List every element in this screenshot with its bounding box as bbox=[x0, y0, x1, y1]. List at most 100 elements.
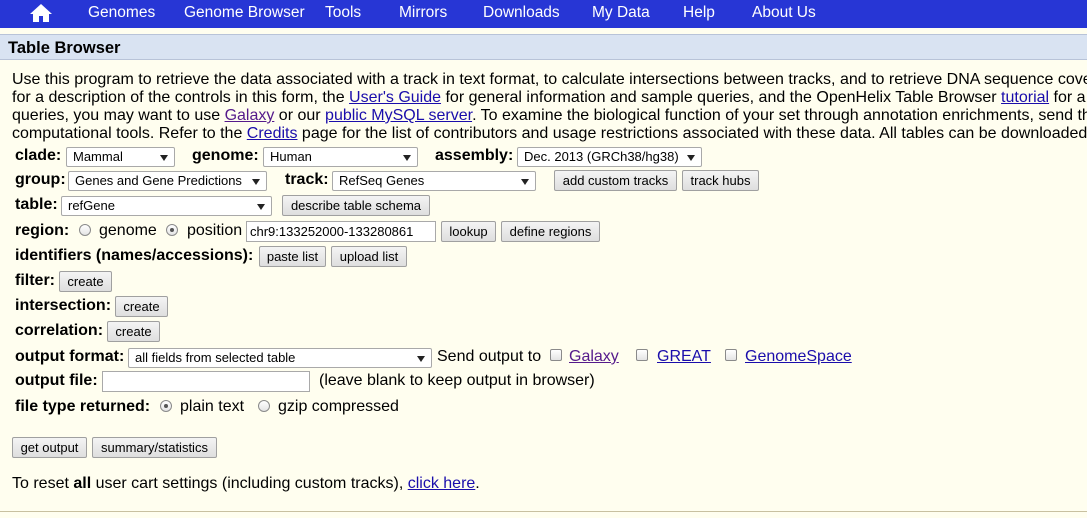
intersection-create-button[interactable]: create bbox=[115, 296, 168, 317]
nav-help[interactable]: Help bbox=[683, 4, 715, 22]
file-type-plain-radio[interactable] bbox=[160, 400, 172, 412]
page-title-bar: Table Browser bbox=[0, 34, 1087, 60]
intro-text: or our bbox=[274, 107, 326, 124]
define-regions-button[interactable]: define regions bbox=[501, 221, 600, 242]
table-select-value: refGene bbox=[68, 198, 115, 213]
divider bbox=[0, 511, 1087, 512]
group-select-value: Genes and Gene Predictions bbox=[75, 173, 242, 188]
filter-label: filter: bbox=[15, 272, 55, 289]
chevron-down-icon bbox=[252, 179, 260, 185]
lookup-button[interactable]: lookup bbox=[441, 221, 496, 242]
clade-label: clade: bbox=[15, 147, 62, 164]
reset-text: user cart settings (including custom tra… bbox=[91, 475, 408, 492]
output-format-select[interactable]: all fields from selected table bbox=[128, 348, 432, 368]
chevron-down-icon bbox=[417, 356, 425, 362]
describe-table-schema-button[interactable]: describe table schema bbox=[282, 195, 430, 216]
add-custom-tracks-button[interactable]: add custom tracks bbox=[554, 170, 677, 191]
region-label: region: bbox=[15, 222, 70, 239]
nav-tools[interactable]: Tools bbox=[325, 4, 361, 22]
send-galaxy-checkbox[interactable] bbox=[550, 349, 562, 361]
file-type-gzip-radio[interactable] bbox=[258, 400, 270, 412]
group-select[interactable]: Genes and Gene Predictions bbox=[68, 171, 267, 191]
send-genomespace-checkbox[interactable] bbox=[725, 349, 737, 361]
region-genome-radio[interactable] bbox=[79, 224, 91, 236]
send-great-link[interactable]: GREAT bbox=[657, 348, 711, 366]
summary-statistics-button[interactable]: summary/statistics bbox=[92, 437, 217, 458]
intro-paragraph: Use this program to retrieve the data as… bbox=[12, 71, 1087, 143]
nav-about-us[interactable]: About Us bbox=[752, 4, 816, 22]
top-nav-bar: Genomes Genome Browser Tools Mirrors Dow… bbox=[0, 0, 1087, 28]
intro-line-3: queries, you may want to use Galaxy or o… bbox=[12, 107, 1087, 125]
clade-select-value: Mammal bbox=[73, 149, 123, 164]
output-file-input[interactable] bbox=[102, 371, 310, 392]
chevron-down-icon bbox=[521, 179, 529, 185]
nav-downloads[interactable]: Downloads bbox=[483, 4, 560, 22]
output-format-select-value: all fields from selected table bbox=[135, 350, 296, 365]
track-hubs-button[interactable]: track hubs bbox=[682, 170, 759, 191]
chevron-down-icon bbox=[160, 155, 168, 161]
clade-select[interactable]: Mammal bbox=[66, 147, 175, 167]
page-title: Table Browser bbox=[8, 39, 121, 57]
intro-text: for a description of the controls in thi… bbox=[12, 89, 350, 106]
nav-mirrors[interactable]: Mirrors bbox=[399, 4, 447, 22]
chevron-down-icon bbox=[403, 155, 411, 161]
group-label: group: bbox=[15, 171, 66, 188]
assembly-select[interactable]: Dec. 2013 (GRCh38/hg38) bbox=[517, 147, 702, 167]
table-label: table: bbox=[15, 196, 58, 213]
send-output-label: Send output to bbox=[437, 348, 542, 365]
region-genome-label: genome bbox=[99, 222, 157, 239]
assembly-select-value: Dec. 2013 (GRCh38/hg38) bbox=[524, 149, 679, 164]
mysql-server-link[interactable]: public MySQL server bbox=[325, 107, 472, 124]
correlation-label: correlation: bbox=[15, 322, 104, 339]
intro-text: for general information and sample queri… bbox=[441, 89, 1002, 106]
send-great-checkbox[interactable] bbox=[636, 349, 648, 361]
nav-genomes[interactable]: Genomes bbox=[88, 4, 155, 22]
output-file-hint: (leave blank to keep output in browser) bbox=[319, 372, 595, 389]
intro-text: computational tools. Refer to the bbox=[12, 125, 247, 142]
credits-link[interactable]: Credits bbox=[247, 125, 298, 142]
intro-text: queries, you may want to use bbox=[12, 107, 225, 124]
reset-click-here-link[interactable]: click here bbox=[408, 475, 476, 492]
send-genomespace-link[interactable]: GenomeSpace bbox=[745, 348, 852, 366]
identifiers-label: identifiers (names/accessions): bbox=[15, 247, 254, 264]
correlation-create-button[interactable]: create bbox=[107, 321, 160, 342]
file-type-label: file type returned: bbox=[15, 398, 151, 415]
get-output-button[interactable]: get output bbox=[12, 437, 87, 458]
track-select-value: RefSeq Genes bbox=[339, 173, 425, 188]
paste-list-button[interactable]: paste list bbox=[259, 246, 326, 267]
home-icon[interactable] bbox=[29, 3, 53, 23]
position-input[interactable]: chr9:133252000-133280861 bbox=[246, 221, 436, 242]
genome-select[interactable]: Human bbox=[263, 147, 418, 167]
intro-line-1: Use this program to retrieve the data as… bbox=[12, 71, 1087, 88]
users-guide-link[interactable]: User's Guide bbox=[349, 89, 441, 106]
reset-settings-text: To reset all user cart settings (includi… bbox=[12, 475, 480, 493]
reset-text-bold: all bbox=[73, 475, 92, 492]
intro-line-2: for a description of the controls in thi… bbox=[12, 89, 1087, 107]
region-position-radio[interactable] bbox=[166, 224, 178, 236]
chevron-down-icon bbox=[687, 155, 695, 161]
nav-my-data[interactable]: My Data bbox=[592, 4, 650, 22]
send-galaxy-link[interactable]: Galaxy bbox=[569, 348, 619, 366]
assembly-label: assembly: bbox=[435, 147, 514, 164]
genome-select-value: Human bbox=[270, 149, 312, 164]
nav-genome-browser[interactable]: Genome Browser bbox=[184, 4, 305, 22]
reset-text: To reset bbox=[12, 475, 74, 492]
genome-label: genome: bbox=[192, 147, 259, 164]
intro-text: for a bbox=[1049, 89, 1086, 106]
table-select[interactable]: refGene bbox=[61, 196, 272, 216]
file-type-gzip-label: gzip compressed bbox=[278, 398, 399, 415]
intro-text: . To examine the biological function of … bbox=[472, 107, 1087, 124]
track-select[interactable]: RefSeq Genes bbox=[332, 171, 536, 191]
reset-text: . bbox=[475, 475, 480, 492]
intro-text: page for the list of contributors and us… bbox=[297, 125, 1087, 142]
intersection-label: intersection: bbox=[15, 297, 112, 314]
region-position-label: position bbox=[187, 222, 243, 239]
galaxy-link[interactable]: Galaxy bbox=[225, 107, 275, 124]
output-file-label: output file: bbox=[15, 372, 98, 389]
file-type-plain-label: plain text bbox=[180, 398, 245, 415]
track-label: track: bbox=[285, 171, 329, 188]
upload-list-button[interactable]: upload list bbox=[331, 246, 407, 267]
output-format-label: output format: bbox=[15, 348, 125, 365]
tutorial-link[interactable]: tutorial bbox=[1001, 89, 1049, 106]
filter-create-button[interactable]: create bbox=[59, 271, 112, 292]
